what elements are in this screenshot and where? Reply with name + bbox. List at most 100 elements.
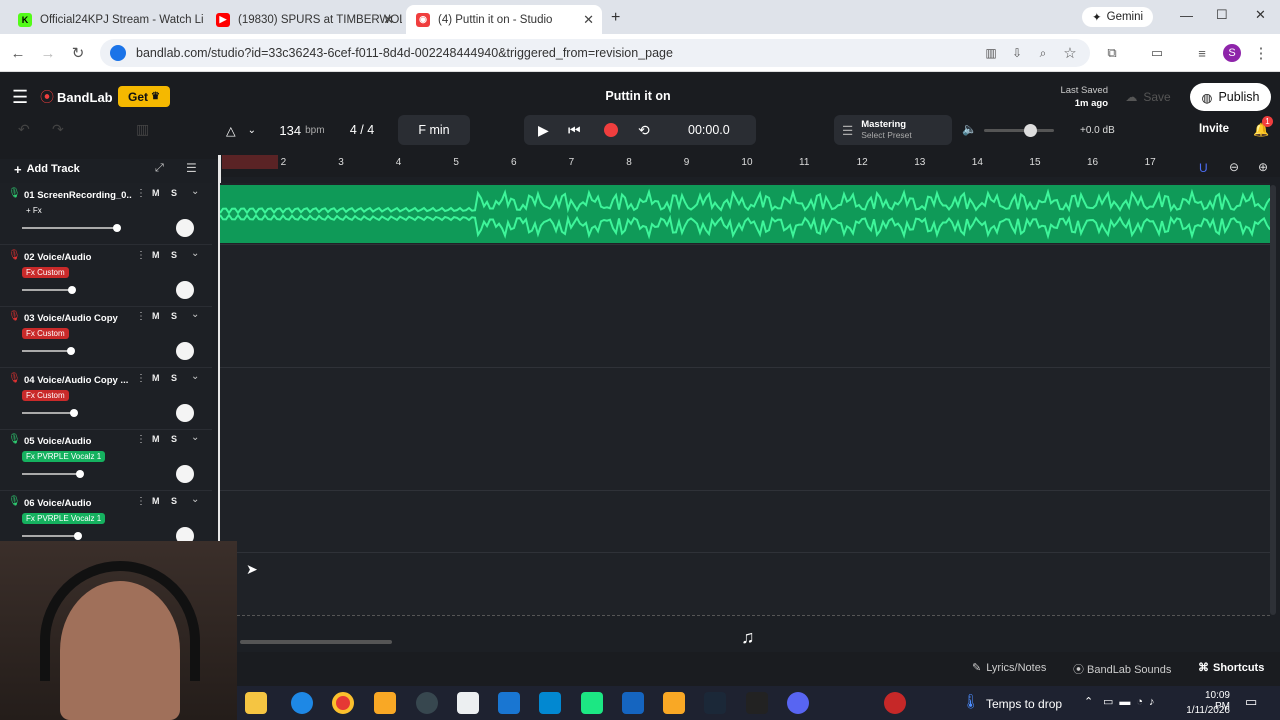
track-settings-icon[interactable]: ☰ (186, 161, 197, 175)
track-menu-icon[interactable]: ⋮ (136, 434, 146, 445)
extensions-icon[interactable]: ⧉ (1101, 42, 1123, 64)
media-icon[interactable]: ≡ (1191, 42, 1213, 64)
volume-knob[interactable] (74, 532, 82, 540)
fx-badge[interactable]: Fx Custom (22, 389, 69, 401)
loop-icon[interactable]: ⟲ (638, 122, 650, 139)
add-music-icon[interactable]: ♫ (741, 627, 755, 648)
solo-button[interactable]: S (171, 250, 177, 260)
window-close-icon[interactable]: ✕ (1255, 7, 1266, 23)
chevron-down-icon[interactable]: ⌄ (191, 371, 199, 382)
chevron-down-icon[interactable]: ⌄ (191, 248, 199, 259)
file-explorer-icon[interactable] (374, 692, 396, 714)
address-bar[interactable]: bandlab.com/studio?id=33c36243-6cef-f011… (100, 39, 1090, 67)
track-menu-icon[interactable]: ⋮ (136, 188, 146, 199)
reload-icon[interactable]: ↻ (67, 42, 89, 64)
volume-knob[interactable] (67, 347, 75, 356)
gemini-button[interactable]: ✦ Gemini (1082, 7, 1154, 27)
pan-knob[interactable] (176, 403, 194, 422)
invite-button[interactable]: Invite (1192, 123, 1236, 135)
track-name[interactable]: 03 Voice/Audio Copy (24, 313, 132, 324)
pan-knob[interactable] (176, 280, 194, 299)
minimize-icon[interactable]: — (1180, 8, 1193, 23)
record-icon[interactable] (604, 123, 618, 137)
editor-tools-icon[interactable]: ▥ (136, 121, 149, 138)
add-track-button[interactable]: + Add Track (14, 160, 80, 178)
solo-button[interactable]: S (171, 373, 177, 383)
track-menu-icon[interactable]: ⋮ (136, 250, 146, 261)
track-menu-icon[interactable]: ⋮ (136, 311, 146, 322)
rewind-icon[interactable]: ⏮ (568, 122, 581, 139)
store-icon[interactable] (539, 692, 561, 714)
fx-badge[interactable]: + Fx (22, 205, 46, 216)
site-info-icon[interactable] (110, 45, 126, 61)
audio-clip[interactable] (220, 185, 1270, 243)
solo-button[interactable]: S (171, 311, 177, 321)
mail-icon[interactable] (498, 692, 520, 714)
lyrics-notes-button[interactable]: ✎ Lyrics/Notes (972, 661, 1046, 674)
track-header[interactable]: 🎙 01 ScreenRecording_0... ⋮ M S ⌄ + Fx (0, 183, 212, 245)
close-icon[interactable]: ✕ (383, 12, 394, 28)
notification-center-icon[interactable]: ▭ (1245, 694, 1257, 710)
volume-slider[interactable] (22, 347, 75, 356)
forward-icon[interactable]: → (37, 42, 59, 64)
bookmark-star-icon[interactable]: ☆ (1059, 42, 1081, 64)
edge-icon[interactable] (291, 692, 313, 714)
chrome-icon[interactable] (332, 692, 354, 714)
mute-button[interactable]: M (152, 311, 160, 321)
clock-app-icon[interactable] (416, 692, 438, 714)
track-name[interactable]: 06 Voice/Audio (24, 498, 132, 509)
steam-icon[interactable] (704, 692, 726, 714)
automation-icon[interactable]: ⤢ (155, 162, 164, 175)
track-menu-icon[interactable]: ⋮ (136, 373, 146, 384)
maximize-icon[interactable]: ☐ (1216, 7, 1228, 23)
hamburger-menu-icon[interactable]: ☰ (12, 87, 28, 108)
play-icon[interactable]: ▶ (538, 122, 549, 139)
zoom-in-icon[interactable]: ⊕ (1258, 160, 1268, 174)
volume-knob[interactable] (68, 285, 76, 294)
track-lane[interactable] (220, 367, 1270, 430)
calculator-icon[interactable] (457, 692, 479, 714)
get-membership-button[interactable]: Get ♛ (118, 86, 170, 107)
bandlab-sounds-button[interactable]: ⦿ BandLab Sounds (1073, 661, 1171, 677)
metronome-control[interactable]: △ ⌄ (212, 115, 270, 145)
drop-zone[interactable] (237, 615, 1270, 616)
mute-button[interactable]: M (152, 496, 160, 506)
fx-badge[interactable]: Fx PVRPLE Vocalz 1 (22, 513, 106, 524)
chevron-down-icon[interactable]: ⌄ (191, 432, 199, 443)
shortcuts-button[interactable]: ⌘ Shortcuts (1198, 661, 1264, 674)
track-name[interactable]: 01 ScreenRecording_0... (24, 190, 132, 201)
browser-tab-youtube[interactable]: ▶ (19830) SPURS at TIMBERWOLV ✕ (206, 5, 402, 34)
avatar[interactable]: S (1223, 44, 1241, 62)
fx-badge[interactable]: Fx PVRPLE Vocalz 1 (22, 451, 106, 463)
tray-icons[interactable]: ▭▬◔♪ (1103, 695, 1161, 708)
volume-slider[interactable] (22, 285, 76, 294)
volume-slider[interactable] (22, 224, 121, 232)
track-lane[interactable] (220, 491, 1270, 553)
tempo-field[interactable]: 134 bpm (272, 115, 332, 145)
reading-mode-icon[interactable]: ▥ (980, 42, 1002, 64)
mastering-button[interactable]: ☰ Mastering Select Preset (834, 115, 952, 145)
track-header[interactable]: 🎙 04 Voice/Audio Copy ... ⋮ M S ⌄ Fx Custom (0, 368, 212, 430)
browser-tab-kick[interactable]: K Official24KPJ Stream - Watch Li (8, 5, 203, 34)
browser-tab-bandlab[interactable]: ◉ (4) Puttin it on - Studio ✕ (406, 5, 602, 34)
volume-knob[interactable] (76, 470, 84, 479)
pan-knob[interactable] (176, 465, 194, 484)
zoom-icon[interactable]: ⌕ (1032, 42, 1054, 64)
track-header[interactable]: 🎙 03 Voice/Audio Copy ⋮ M S ⌄ Fx Custom (0, 306, 212, 369)
mute-button[interactable]: M (152, 373, 160, 383)
volume-slider[interactable] (22, 532, 82, 540)
epic-games-icon[interactable] (746, 692, 768, 714)
track-menu-icon[interactable]: ⋮ (136, 496, 146, 507)
bandlab-logo[interactable]: ⦿ BandLab (40, 87, 113, 107)
hulu-icon[interactable] (581, 692, 603, 714)
solo-button[interactable]: S (171, 188, 177, 198)
word-icon[interactable] (622, 692, 644, 714)
track-header[interactable]: 🎙 05 Voice/Audio ⋮ M S ⌄ Fx PVRPLE Vocalz 1 (0, 429, 212, 492)
volume-knob[interactable] (70, 408, 78, 417)
install-icon[interactable]: ⇩ (1006, 42, 1028, 64)
tray-chevron-icon[interactable]: ⌃ (1084, 695, 1093, 708)
new-tab-icon[interactable]: + (611, 9, 620, 27)
speaker-mute-icon[interactable]: 🔈 (962, 122, 977, 136)
vertical-scrollbar[interactable] (1270, 185, 1276, 615)
back-icon[interactable]: ← (7, 42, 29, 64)
